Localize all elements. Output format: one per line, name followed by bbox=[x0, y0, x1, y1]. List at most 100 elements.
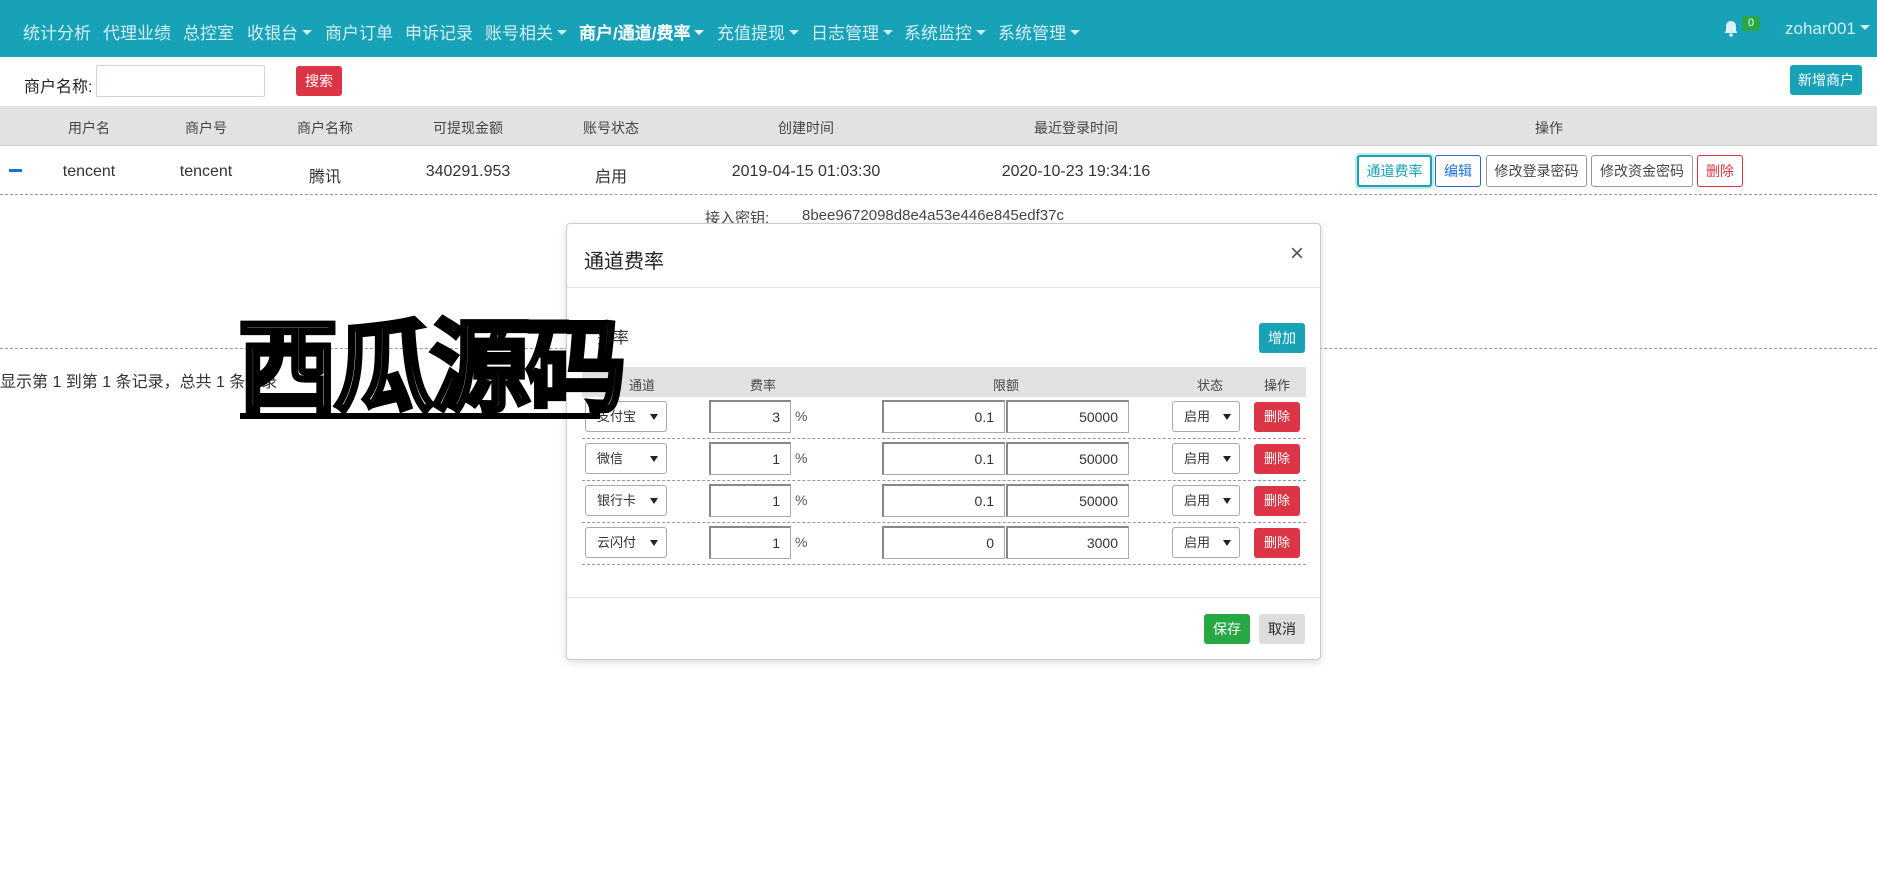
rate-input[interactable]: 3 bbox=[709, 400, 791, 433]
nav-item-label: 账号相关 bbox=[485, 24, 553, 43]
rate-input[interactable]: 1 bbox=[709, 526, 791, 559]
nav-item-stats[interactable]: 统计分析 bbox=[23, 19, 91, 44]
percent-unit: % bbox=[795, 492, 808, 508]
nav-item-control-room[interactable]: 总控室 bbox=[183, 19, 234, 44]
column-header: 账号状态 bbox=[583, 120, 639, 136]
delete-rate-button[interactable]: 删除 bbox=[1254, 444, 1300, 474]
min-limit-input[interactable]: 0.1 bbox=[882, 400, 1005, 433]
channel-rate-button[interactable]: 通道费率 bbox=[1357, 155, 1432, 187]
column-header: 状态 bbox=[1196, 378, 1224, 393]
channel-select[interactable]: 微信 bbox=[585, 443, 667, 474]
chevron-down-icon bbox=[789, 30, 799, 36]
rate-input[interactable]: 1 bbox=[709, 484, 791, 517]
change-fund-password-button[interactable]: 修改资金密码 bbox=[1591, 155, 1693, 187]
status-select[interactable]: 启用 bbox=[1172, 443, 1240, 474]
nav-item-appeals[interactable]: 申诉记录 bbox=[405, 19, 473, 44]
bell-icon[interactable] bbox=[1723, 20, 1739, 37]
nav-item-label: 总控室 bbox=[183, 24, 234, 43]
channel-select[interactable]: 银行卡 bbox=[585, 485, 667, 516]
rate-row: 银行卡 1 % 0.1 50000 启用 删除 bbox=[582, 481, 1306, 523]
column-header: 最近登录时间 bbox=[1034, 120, 1118, 136]
max-limit-input[interactable]: 3000 bbox=[1006, 526, 1129, 559]
edit-button[interactable]: 编辑 bbox=[1435, 155, 1481, 187]
modal-header-divider bbox=[567, 287, 1320, 288]
nav-item-logs[interactable]: 日志管理 bbox=[811, 19, 893, 44]
chevron-down-icon bbox=[1859, 25, 1870, 31]
pagination-info: 显示第 1 到第 1 条记录，总共 1 条记录 bbox=[0, 374, 278, 391]
nav-item-label: 系统监控 bbox=[904, 24, 972, 43]
chevron-down-icon bbox=[1070, 30, 1080, 36]
nav-item-system[interactable]: 系统管理 bbox=[998, 19, 1080, 44]
column-header: 可提现金额 bbox=[433, 120, 503, 136]
min-limit-input[interactable]: 0 bbox=[882, 526, 1005, 559]
nav-item-label: 收银台 bbox=[247, 24, 298, 43]
rate-row: 支付宝 3 % 0.1 50000 启用 删除 bbox=[582, 397, 1306, 439]
rate-table-header: 通道 费率 限额 状态 操作 bbox=[582, 367, 1306, 397]
column-header: 商户号 bbox=[185, 120, 227, 136]
column-header: 操作 bbox=[1263, 378, 1291, 393]
modal-footer-divider bbox=[567, 597, 1320, 598]
top-navbar: 统计分析 代理业绩 总控室 收银台 商户订单 申诉记录 账号相关 商户/通道/费… bbox=[0, 0, 1877, 57]
merchant-name-input[interactable] bbox=[96, 65, 265, 97]
delete-rate-button[interactable]: 删除 bbox=[1254, 486, 1300, 516]
channel-select[interactable]: 云闪付 bbox=[585, 527, 667, 558]
channel-rate-modal: 通道费率 × 费率 增加 通道 费率 限额 状态 操作 支付宝 3 % 0.1 … bbox=[566, 223, 1321, 660]
merchant-table-header: 用户名 商户号 商户名称 可提现金额 账号状态 创建时间 最近登录时间 操作 bbox=[0, 106, 1877, 146]
nav-item-merchant-channel-rate[interactable]: 商户/通道/费率 bbox=[579, 19, 705, 44]
cancel-button[interactable]: 取消 bbox=[1259, 614, 1305, 644]
add-merchant-button[interactable]: 新增商户 bbox=[1790, 65, 1862, 95]
max-limit-input[interactable]: 50000 bbox=[1006, 400, 1129, 433]
percent-unit: % bbox=[795, 408, 808, 424]
nav-item-label: 系统管理 bbox=[998, 24, 1066, 43]
cell-withdrawable: 340291.953 bbox=[425, 163, 511, 180]
max-limit-input[interactable]: 50000 bbox=[1006, 484, 1129, 517]
nav-item-label: 充值提现 bbox=[717, 24, 785, 43]
search-button[interactable]: 搜索 bbox=[296, 66, 342, 96]
chevron-down-icon bbox=[694, 30, 705, 36]
nav-item-label: 商户/通道/费率 bbox=[579, 24, 691, 43]
cell-username: tencent bbox=[62, 163, 116, 180]
close-icon[interactable]: × bbox=[1290, 242, 1304, 266]
merchant-name-label: 商户名称: bbox=[24, 79, 93, 96]
watermark-underline bbox=[240, 413, 600, 419]
delete-rate-button[interactable]: 删除 bbox=[1254, 402, 1300, 432]
watermark: 西瓜源码 bbox=[236, 309, 628, 426]
min-limit-input[interactable]: 0.1 bbox=[882, 442, 1005, 475]
notification-badge: 0 bbox=[1742, 16, 1761, 31]
nav-item-recharge-withdraw[interactable]: 充值提现 bbox=[717, 19, 799, 44]
chevron-down-icon bbox=[883, 30, 893, 36]
modal-title: 通道费率 bbox=[584, 251, 664, 273]
collapse-icon[interactable] bbox=[9, 169, 22, 172]
nav-item-agent-performance[interactable]: 代理业绩 bbox=[103, 19, 171, 44]
column-header: 通道 bbox=[628, 378, 656, 393]
user-name-label: zohar001 bbox=[1785, 19, 1856, 38]
cell-created: 2019-04-15 01:03:30 bbox=[731, 163, 881, 180]
column-header: 创建时间 bbox=[778, 120, 834, 136]
nav-item-monitoring[interactable]: 系统监控 bbox=[904, 19, 986, 44]
status-select[interactable]: 启用 bbox=[1172, 527, 1240, 558]
add-rate-button[interactable]: 增加 bbox=[1259, 323, 1305, 353]
nav-item-cashier[interactable]: 收银台 bbox=[247, 19, 312, 44]
nav-item-accounts[interactable]: 账号相关 bbox=[485, 19, 567, 44]
min-limit-input[interactable]: 0.1 bbox=[882, 484, 1005, 517]
nav-item-merchant-orders[interactable]: 商户订单 bbox=[325, 19, 393, 44]
column-header: 费率 bbox=[749, 378, 777, 393]
change-login-password-button[interactable]: 修改登录密码 bbox=[1486, 155, 1587, 187]
save-button[interactable]: 保存 bbox=[1204, 614, 1250, 644]
percent-unit: % bbox=[795, 534, 808, 550]
delete-rate-button[interactable]: 删除 bbox=[1254, 528, 1300, 558]
access-key-value: 8bee9672098d8e4a53e446e845edf37c bbox=[802, 207, 1064, 224]
rate-row: 微信 1 % 0.1 50000 启用 删除 bbox=[582, 439, 1306, 481]
max-limit-input[interactable]: 50000 bbox=[1006, 442, 1129, 475]
nav-item-label: 代理业绩 bbox=[103, 24, 171, 43]
column-header: 限额 bbox=[992, 378, 1020, 393]
chevron-down-icon bbox=[557, 30, 567, 36]
user-menu[interactable]: zohar001 bbox=[1785, 19, 1870, 39]
status-select[interactable]: 启用 bbox=[1172, 401, 1240, 432]
column-header: 商户名称 bbox=[297, 120, 353, 136]
delete-merchant-button[interactable]: 删除 bbox=[1697, 155, 1743, 187]
nav-item-label: 日志管理 bbox=[811, 24, 879, 43]
status-select[interactable]: 启用 bbox=[1172, 485, 1240, 516]
rate-row: 云闪付 1 % 0 3000 启用 删除 bbox=[582, 523, 1306, 565]
rate-input[interactable]: 1 bbox=[709, 442, 791, 475]
